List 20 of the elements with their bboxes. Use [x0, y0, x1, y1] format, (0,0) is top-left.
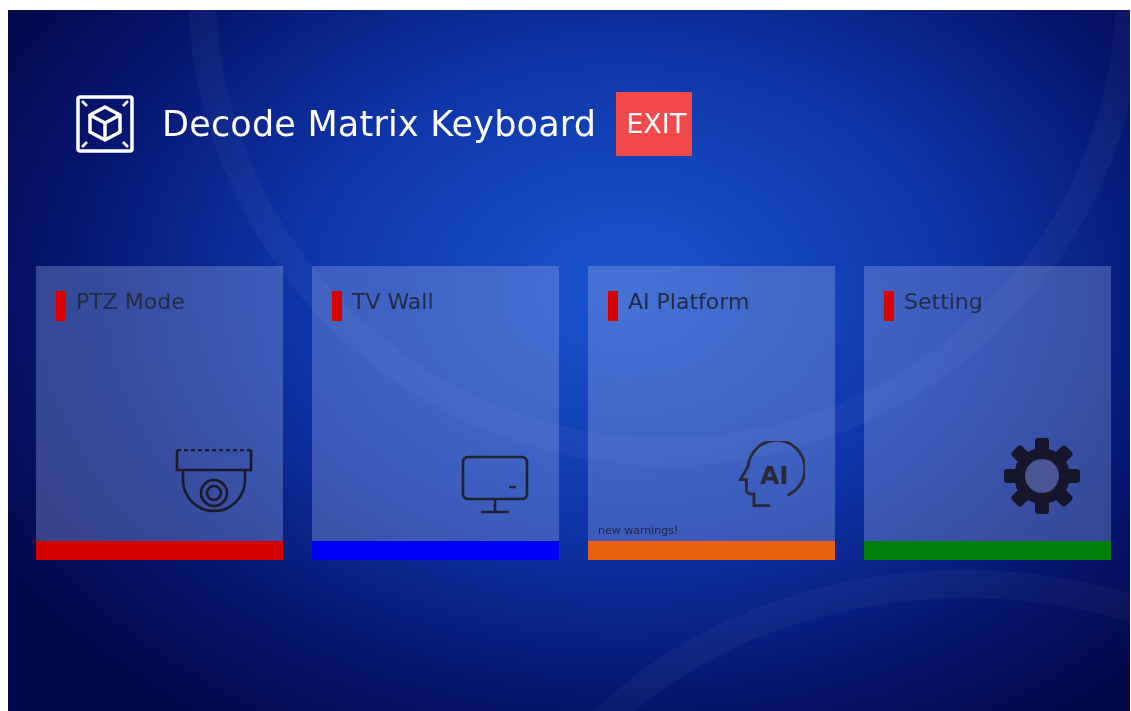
ai-label: AI [760, 463, 789, 488]
tile-title: AI Platform [628, 289, 750, 314]
menu-tile[interactable]: PTZ Mode [36, 266, 283, 560]
menu-tile[interactable]: TV Wall [312, 266, 559, 560]
menu-tile[interactable]: Setting [864, 266, 1111, 560]
tile-title: PTZ Mode [76, 289, 185, 314]
exit-button[interactable]: EXIT [616, 91, 693, 156]
cube-logo-icon [76, 94, 134, 153]
tile-title: TV Wall [352, 289, 434, 314]
app-title: Decode Matrix Keyboard [162, 103, 597, 144]
dome-camera-icon [175, 449, 253, 515]
menu-tile[interactable]: AI Platform AI new warnings! [588, 266, 835, 560]
title-marker [884, 291, 894, 321]
title-marker [608, 291, 618, 321]
gear-icon [1003, 437, 1081, 515]
monitor-icon [461, 455, 529, 515]
title-marker [56, 291, 66, 321]
warning-text: new warnings! [598, 524, 679, 537]
tile-title: Setting [904, 289, 983, 314]
title-marker [332, 291, 342, 321]
